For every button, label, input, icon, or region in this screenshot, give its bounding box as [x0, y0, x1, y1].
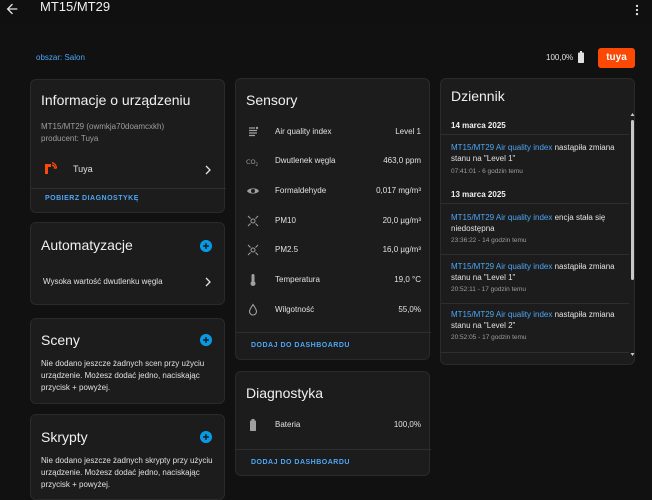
sensor-name: Formaldehyde: [275, 186, 327, 195]
log-entity-link[interactable]: MT15/MT29 Air quality index: [451, 310, 552, 319]
logbook-title: Dziennik: [451, 88, 505, 104]
log-date-header: 13 marca 2025: [451, 190, 506, 199]
scrollbar-thumb[interactable]: [631, 120, 634, 280]
automations-card: Automatyzacje Wysoka wartość dwutlenku w…: [30, 222, 225, 305]
sensor-value: 20,0 µg/m³: [382, 216, 421, 225]
log-entry-time: 23:36:22 - 14 godzin temu: [451, 237, 527, 244]
sensor-name: Dwutlenek węgla: [275, 156, 336, 165]
divider: [441, 254, 629, 255]
sensor-row-formaldehyde[interactable]: Formaldehyde 0,017 mg/m³: [236, 182, 431, 200]
particles-icon: [247, 244, 259, 256]
sensor-name: PM10: [275, 216, 296, 225]
automation-item-label: Wysoka wartość dwutlenku węgla: [43, 277, 163, 286]
divider: [441, 303, 629, 304]
sensor-value: 16,0 µg/m³: [382, 245, 421, 254]
svg-text:CO: CO: [246, 158, 256, 166]
air-quality-icon: [249, 126, 259, 137]
automation-item[interactable]: Wysoka wartość dwutlenku węgla: [31, 273, 226, 291]
add-script-button[interactable]: [200, 431, 212, 443]
sensor-name: Temperatura: [275, 275, 320, 284]
chevron-right-icon: [205, 165, 211, 175]
sensors-card: Sensory Air quality index Level 1 CO 2 Dw…: [235, 78, 431, 360]
sensor-name: Air quality index: [275, 127, 332, 136]
download-diagnostics-button[interactable]: POBIERZ DIAGNOSTYKĘ: [45, 195, 139, 202]
diagnostic-name: Bateria: [275, 420, 301, 429]
scripts-card: Skrypty Nie dodano jeszcze żadnych skryp…: [30, 414, 225, 500]
log-entry: MT15/MT29 Air quality index nastąpiła zm…: [451, 142, 623, 164]
sensor-value: 463,0 ppm: [383, 156, 421, 165]
scroll-down-arrow-icon[interactable]: [630, 352, 635, 357]
log-entry-time: 07:41:01 - 6 godzin temu: [451, 168, 523, 175]
scripts-title: Skrypty: [41, 429, 88, 445]
more-vert-icon[interactable]: [630, 2, 644, 18]
sensor-value: Level 1: [395, 127, 421, 136]
thermometer-icon: [250, 274, 256, 286]
scenes-title: Sceny: [41, 332, 80, 348]
scripts-empty-text: Nie dodano jeszcze żadnych skrypty przy …: [41, 456, 213, 489]
divider: [441, 134, 629, 135]
page-title: MT15/MT29: [40, 0, 111, 14]
log-entity-link[interactable]: MT15/MT29 Air quality index: [451, 213, 552, 222]
sensor-value: 19,0 °C: [394, 275, 421, 284]
log-entry: MT15/MT29 Air quality index nastąpiła zm…: [451, 261, 623, 283]
sensor-row-pm25[interactable]: PM2.5 16,0 µg/m³: [236, 241, 431, 259]
sensors-title: Sensory: [246, 92, 298, 108]
tuya-icon: [45, 162, 57, 174]
divider: [441, 203, 629, 204]
scenes-card: Sceny Nie dodano jeszcze żadnych scen pr…: [30, 318, 225, 404]
sensor-value: 0,017 mg/m³: [376, 186, 421, 195]
sensor-name: PM2.5: [275, 245, 299, 254]
divider: [236, 332, 431, 333]
log-date-header: 14 marca 2025: [451, 121, 506, 130]
diagnostics-card: Diagnostyka Bateria 100,0% DODAJ DO DASH…: [235, 371, 431, 476]
logbook-scrollbar[interactable]: [630, 112, 635, 360]
svg-text:2: 2: [256, 162, 259, 167]
device-info-title: Informacje o urządzeniu: [41, 92, 191, 108]
battery-icon: [250, 419, 256, 431]
scroll-up-arrow-icon[interactable]: [630, 112, 635, 117]
battery-level: 100,0%: [546, 53, 574, 62]
log-entry-time: 20:52:11 - 17 godzin temu: [451, 286, 527, 293]
divider: [236, 449, 431, 450]
log-entity-link[interactable]: MT15/MT29 Air quality index: [451, 143, 552, 152]
sensor-row-humidity[interactable]: Wilgotność 55,0%: [236, 301, 431, 319]
area-link[interactable]: obszar: Salon: [36, 53, 85, 62]
battery-full-icon: [578, 51, 584, 63]
log-entry: MT15/MT29 Air quality index encja stała …: [451, 212, 623, 234]
device-model: MT15/MT29 (owmkja70doamcxkh): [41, 122, 165, 131]
diagnostic-row-battery[interactable]: Bateria 100,0%: [236, 416, 431, 434]
chevron-right-icon: [205, 277, 211, 287]
sensor-row-pm10[interactable]: PM10 20,0 µg/m³: [236, 212, 431, 230]
add-to-dashboard-button[interactable]: DODAJ DO DASHBOARDU: [251, 342, 350, 349]
integration-row-tuya[interactable]: Tuya: [31, 160, 226, 180]
sensor-name: Wilgotność: [275, 305, 315, 314]
add-to-dashboard-button[interactable]: DODAJ DO DASHBOARDU: [251, 459, 350, 466]
sensor-value: 55,0%: [398, 305, 421, 314]
top-app-bar: MT15/MT29: [0, 0, 652, 24]
divider: [31, 188, 226, 189]
log-entry: MT15/MT29 Air quality index nastąpiła zm…: [451, 309, 623, 331]
particles-icon: [247, 215, 259, 227]
divider: [441, 352, 629, 353]
automations-title: Automatyzacje: [41, 237, 133, 253]
add-automation-button[interactable]: [200, 240, 212, 252]
sensor-row-temperature[interactable]: Temperatura 19,0 °C: [236, 271, 431, 289]
scenes-empty-text: Nie dodano jeszcze żadnych scen przy uży…: [41, 359, 205, 392]
device-info-card: Informacje o urządzeniu MT15/MT29 (owmkj…: [30, 79, 226, 213]
diagnostics-title: Diagnostyka: [246, 385, 324, 401]
diagnostic-value: 100,0%: [393, 420, 421, 429]
eye-icon: [247, 188, 259, 194]
co2-icon: CO 2: [246, 158, 259, 167]
back-arrow-icon[interactable]: [4, 1, 20, 17]
sensor-row-co2[interactable]: CO 2 Dwutlenek węgla 463,0 ppm: [236, 152, 431, 170]
log-entry-time: 20:52:05 - 17 godzin temu: [451, 334, 527, 341]
logbook-card: Dziennik 14 marca 2025 MT15/MT29 Air qua…: [440, 78, 635, 365]
water-drop-icon: [248, 303, 258, 316]
sensor-row-air-quality[interactable]: Air quality index Level 1: [236, 123, 431, 141]
log-entity-link[interactable]: MT15/MT29 Air quality index: [451, 262, 552, 271]
integration-label: Tuya: [73, 164, 93, 174]
device-producer: producent: Tuya: [41, 134, 99, 143]
add-scene-button[interactable]: [200, 334, 212, 346]
tuya-logo: tuya: [598, 48, 635, 68]
